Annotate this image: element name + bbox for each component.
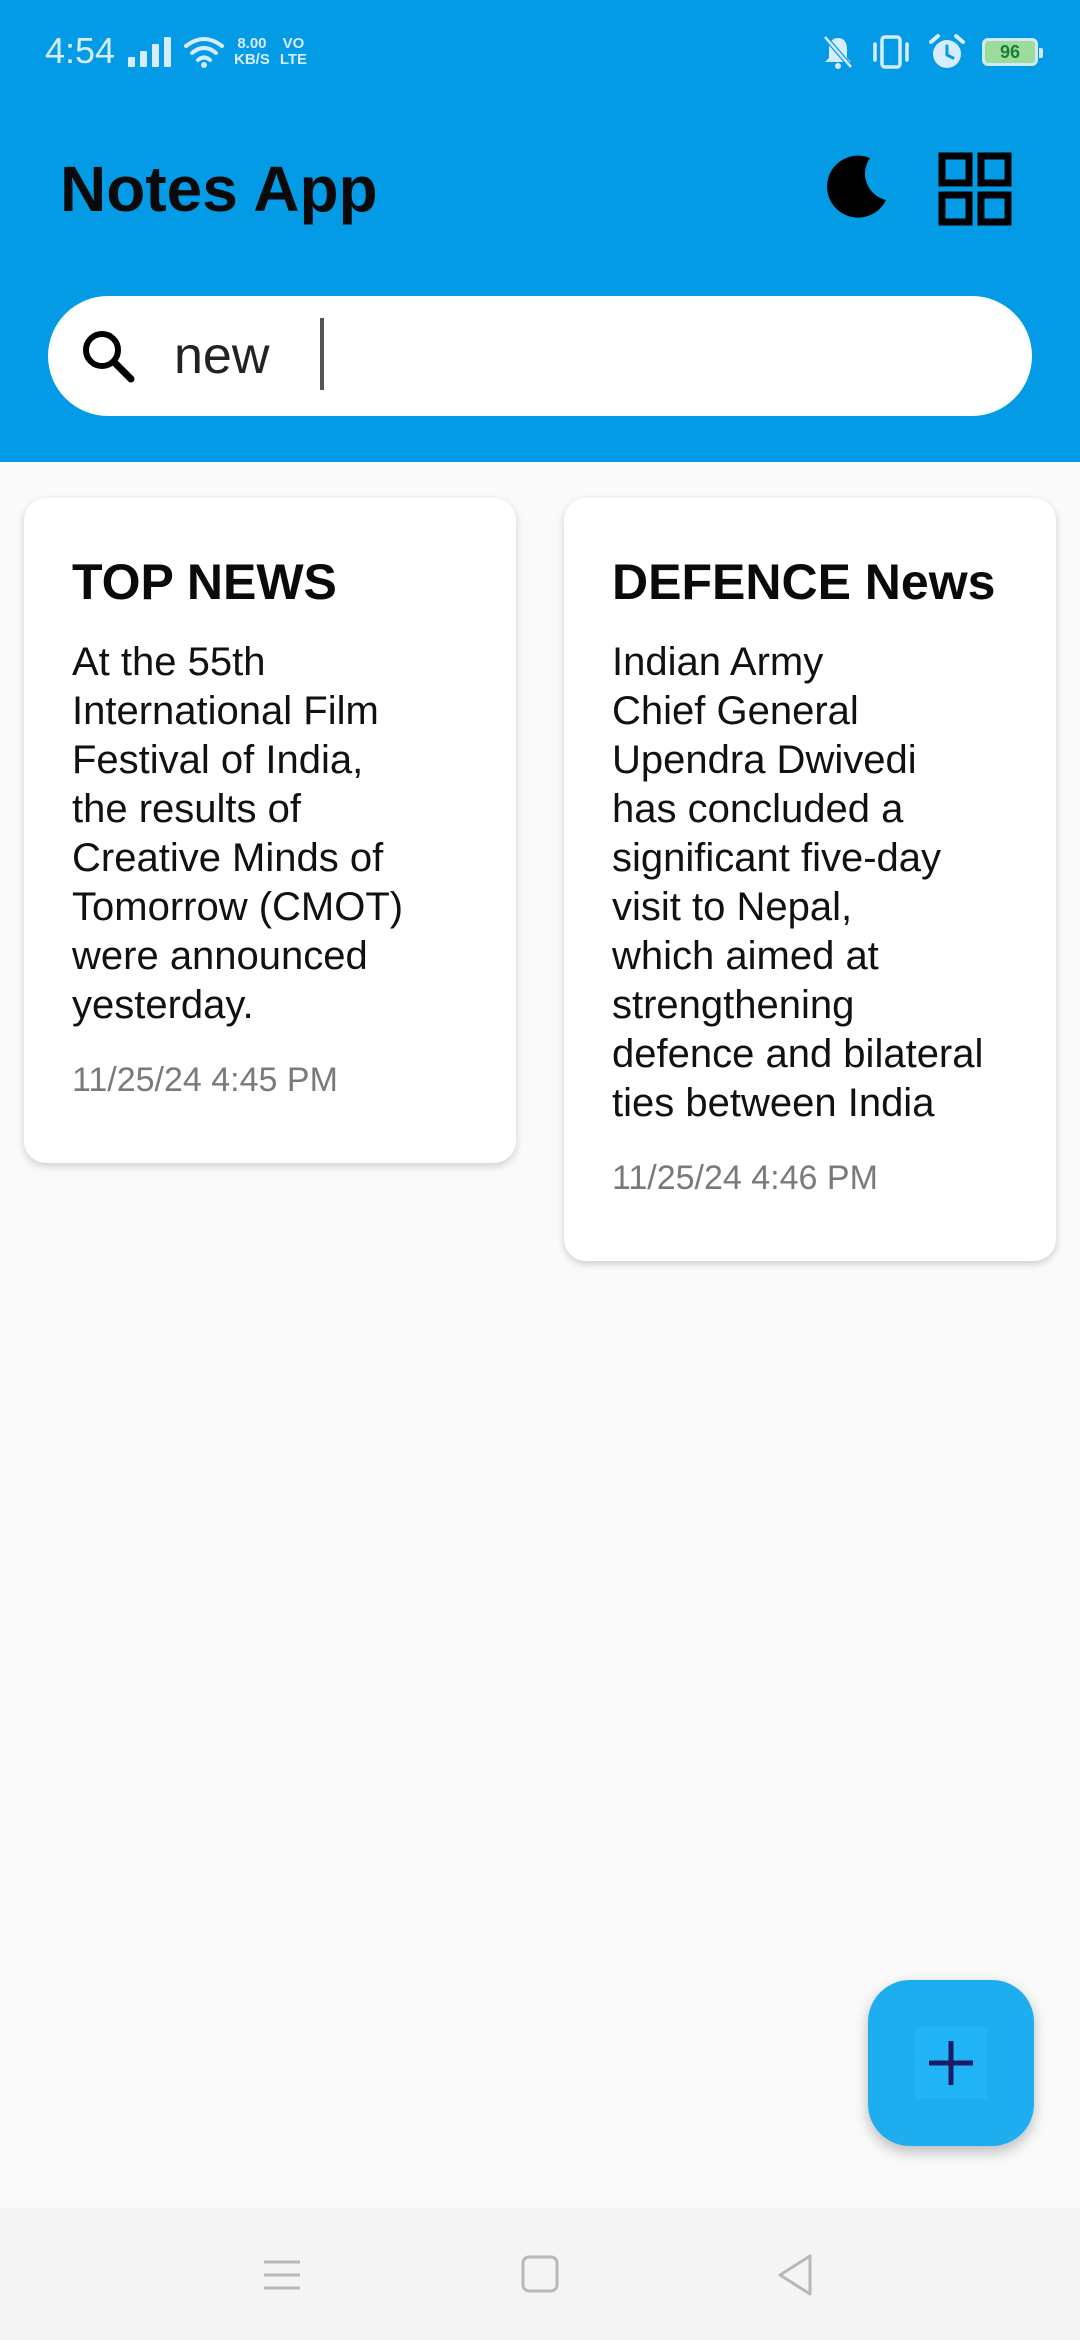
menu-icon [264,2260,300,2290]
mute-icon [823,35,853,69]
status-left-icons: 8.00 KB/S VO LTE [128,30,307,74]
search-box[interactable] [48,296,1032,416]
fab-icon-container [915,2027,987,2099]
net-speed-unit: KB/S [234,51,270,68]
note-body-line: were announced [72,934,368,978]
note-body-line: has concluded a [612,787,904,831]
note-body-line: yesterday. [72,983,254,1027]
note-body-line: Indian Army [612,640,824,684]
status-bar: 4:54 8.00 KB/S VO LTE 96 [0,0,1080,108]
alarm-icon [929,34,965,68]
net-speed-value: 8.00 [237,35,267,52]
system-nav-bar [0,2208,1080,2340]
back-icon [778,2254,812,2296]
note-card[interactable]: TOP NEWS At the 55th International Film … [24,498,516,1163]
note-body-line: significant five-day [612,836,942,880]
volte-indicator: VO LTE [280,36,307,68]
net-speed: 8.00 KB/S [234,36,270,68]
grid-icon [938,152,1012,226]
nav-home-button[interactable] [510,2248,570,2302]
plus-icon [929,2041,973,2085]
theme-toggle-button[interactable] [818,152,892,226]
note-title: TOP NEWS [72,554,337,610]
note-body-line: strengthening [612,983,855,1027]
note-body-line: Creative Minds of [72,836,384,880]
text-cursor [320,318,324,390]
search-icon [83,331,135,383]
nav-back-button[interactable] [766,2248,826,2302]
note-body-line: Upendra Dwivedi [612,738,917,782]
status-time: 4:54 [45,30,116,71]
note-body-line: Tomorrow (CMOT) [72,885,404,929]
note-body-line: At the 55th [72,640,266,684]
signal-icon [128,37,171,67]
note-body-line: Chief General [612,689,859,733]
note-body-line: visit to Nepal, [612,885,853,929]
app-header: 4:54 8.00 KB/S VO LTE 96 Notes App new [0,0,1080,462]
battery-level: 96 [999,41,1021,62]
note-body: At the 55th International Film Festival … [72,638,468,1030]
add-note-button[interactable] [868,1980,1034,2146]
note-title: DEFENCE News [612,554,996,610]
note-body: Indian Army Chief General Upendra Dwived… [612,638,1008,1128]
status-right-icons: 96 [822,30,1043,74]
volte-top: VO [282,35,305,52]
vibrate-icon [873,35,909,69]
volte-bottom: LTE [279,51,308,68]
note-body-line: which aimed at [612,934,879,978]
battery-icon: 96 [982,38,1043,66]
note-body-line: defence and bilateral [612,1032,984,1076]
moon-icon [827,155,886,218]
note-body-line: Festival of India, [72,738,364,782]
layout-toggle-button[interactable] [938,152,1012,226]
nav-menu-button[interactable] [252,2248,312,2302]
page-title: Notes App [60,153,378,225]
search-input[interactable] [174,318,994,394]
note-date: 11/25/24 4:46 PM [612,1159,878,1197]
note-body-line: ties between India [612,1081,935,1125]
wifi-icon [184,37,224,68]
note-body-line: the results of [72,787,302,831]
home-icon [521,2255,559,2293]
note-date: 11/25/24 4:45 PM [72,1061,338,1099]
note-body-line: International Film [72,689,379,733]
note-card[interactable]: DEFENCE News Indian Army Chief General U… [564,498,1056,1261]
